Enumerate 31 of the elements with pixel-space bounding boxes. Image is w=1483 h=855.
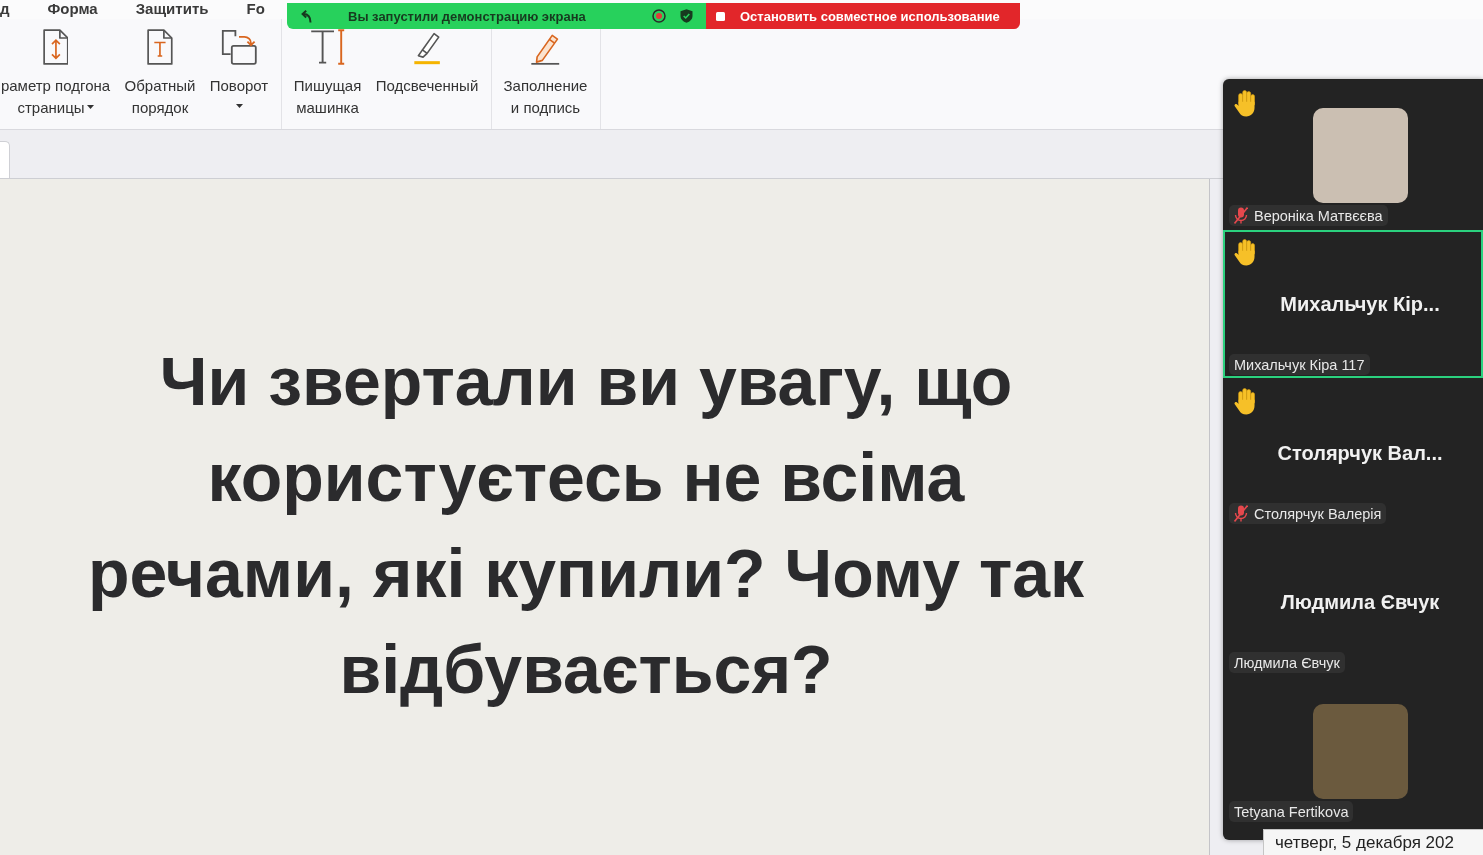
curved-arrow-icon	[301, 9, 312, 23]
name-tag-text: Людмила Євчук	[1234, 654, 1340, 671]
document-text-icon	[147, 29, 173, 65]
menu-item[interactable]: д	[0, 0, 10, 17]
name-tag-text: Вероніка Матвєєва	[1254, 207, 1383, 224]
shield-icon	[680, 9, 693, 23]
document-tab[interactable]	[0, 141, 10, 178]
participant-name: Столярчук Вал...	[1277, 441, 1443, 465]
document-arrows-icon	[42, 29, 69, 65]
rotate-pages-icon	[221, 29, 257, 65]
participant-name: Михальчук Кір...	[1280, 292, 1440, 316]
date-tooltip: четверг, 5 декабря 202	[1263, 829, 1483, 855]
typewriter-button[interactable]: Пишущая машинка	[293, 29, 362, 119]
stop-share-button[interactable]: Остановить совместное использование	[706, 3, 1020, 29]
text-tool-icon	[309, 29, 346, 65]
participant-name: Людмила Євчук	[1280, 590, 1440, 614]
share-status-text: Вы запустили демонстрацию экрана	[348, 8, 587, 24]
name-tag-text: Tetyana Fertikova	[1234, 803, 1349, 820]
highlight-button[interactable]: Подсвеченный	[375, 29, 479, 97]
name-tag-text: Столярчук Валерія	[1254, 505, 1382, 522]
name-tag-text: Михальчук Кіра 117	[1234, 356, 1365, 373]
page-fit-button[interactable]: раметр подгона страницы	[0, 29, 111, 119]
reverse-order-button[interactable]: Обратный порядок	[124, 29, 196, 119]
slide-text: Чи звертали ви увагу, що користуєтесь не всіма речами, які купили? Чому так відбувається?	[86, 342, 1086, 709]
menu-item[interactable]: Форма	[47, 0, 98, 17]
fill-sign-button[interactable]: Заполнение и подпись	[503, 29, 588, 119]
rotate-button[interactable]: Поворот	[209, 29, 269, 108]
menu-item[interactable]: Защитить	[135, 0, 209, 17]
stop-icon	[716, 11, 725, 21]
menu-item[interactable]: Fo	[246, 0, 265, 17]
record-icon	[652, 9, 666, 23]
